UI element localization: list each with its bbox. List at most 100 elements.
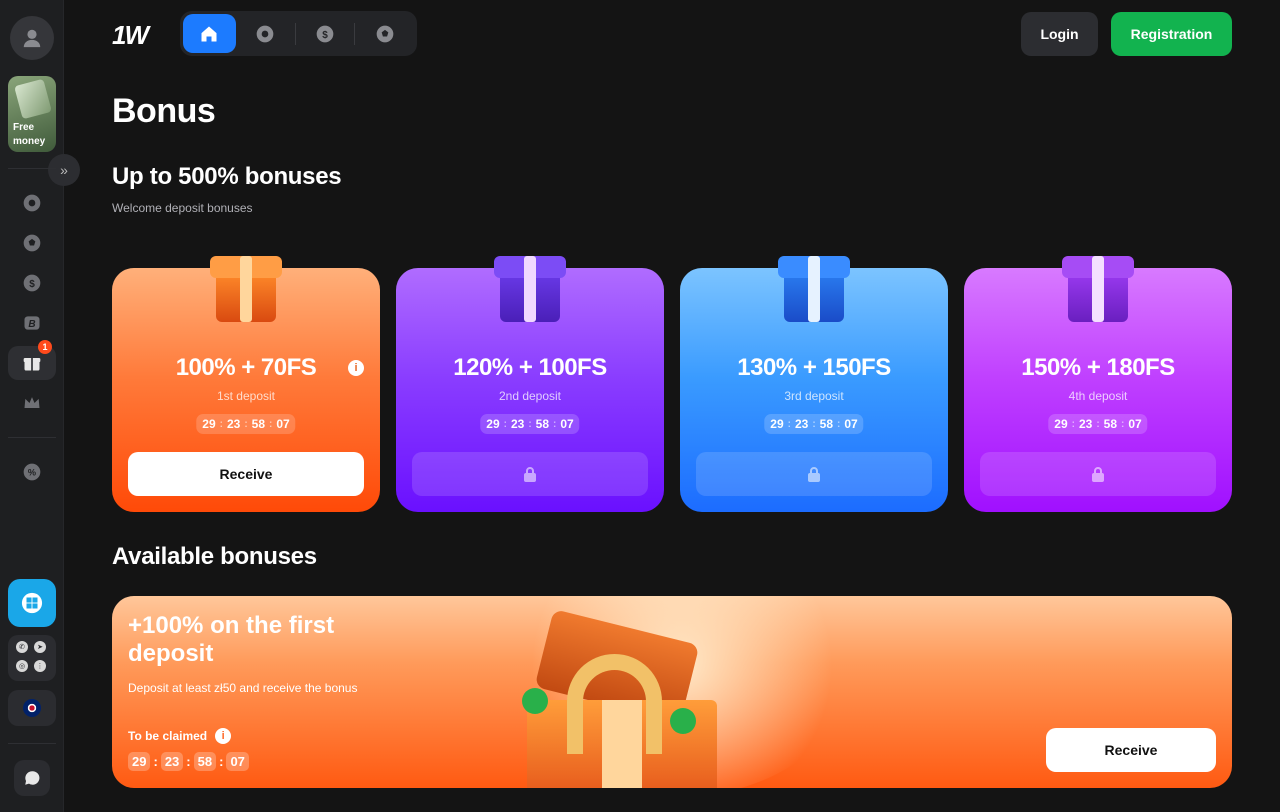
windows-app-button[interactable] (8, 579, 56, 627)
sidebar-item-b[interactable]: B (8, 306, 56, 340)
countdown-timer: 29: 23: 58: 07 (1048, 414, 1148, 434)
countdown-timer: 29: 23: 58: 07 (128, 752, 249, 771)
user-avatar-button[interactable] (10, 16, 54, 60)
bonus-offer: 130% + 150FS (737, 354, 891, 381)
countdown-timer: 29: 23: 58: 07 (764, 414, 864, 434)
support-chat-button[interactable] (14, 760, 50, 796)
bonus-offer: 150% + 180FS (1021, 354, 1175, 381)
svg-text:%: % (28, 467, 36, 477)
uk-flag-icon (23, 699, 41, 717)
sidebar: Free money » $ B 1 % ✆ ➤ ◎ ⋮ (0, 0, 80, 812)
timer-days: 29 (486, 417, 500, 431)
timer-minutes: 58 (819, 417, 834, 431)
football-icon (23, 234, 41, 252)
welcome-section-subtitle: Welcome deposit bonuses (112, 201, 253, 215)
receive-button[interactable]: Receive (1046, 728, 1216, 772)
bonus-card-2: 120% + 100FS 2nd deposit 29: 23: 58: 07 (396, 256, 664, 512)
percent-badge-icon: % (23, 463, 41, 481)
timer-seconds: 07 (1128, 417, 1142, 431)
lock-icon (808, 467, 820, 482)
bonus-offer: 120% + 100FS (453, 354, 607, 381)
registration-button[interactable]: Registration (1111, 12, 1232, 56)
gift-box-icon (492, 238, 568, 322)
receive-button[interactable]: Receive (128, 452, 364, 496)
timer-minutes: 58 (193, 752, 217, 771)
claim-status: To be claimed i (128, 728, 232, 744)
home-icon (201, 26, 217, 41)
login-button[interactable]: Login (1021, 12, 1098, 56)
sidebar-item-casino[interactable] (8, 186, 56, 220)
more-icon[interactable]: ⋮ (34, 660, 46, 672)
gift-box-icon (776, 238, 852, 322)
info-icon[interactable]: i (348, 360, 364, 376)
free-money-label: Free money (13, 122, 46, 147)
tab-home[interactable] (183, 14, 236, 53)
tab-casino[interactable] (239, 14, 292, 53)
info-icon[interactable]: i (215, 728, 232, 744)
svg-text:B: B (28, 319, 35, 330)
banner-description: Deposit at least zł50 and receive the bo… (128, 681, 358, 695)
timer-days: 29 (1054, 417, 1068, 431)
deposit-label: 3rd deposit (784, 389, 844, 403)
divider (8, 743, 56, 744)
deposit-label: 4th deposit (1068, 389, 1128, 403)
divider (354, 22, 356, 45)
timer-hours: 23 (510, 417, 525, 431)
sidebar-item-money[interactable]: $ (8, 266, 56, 300)
timer-hours: 23 (1078, 417, 1093, 431)
banner-title: +100% on the first deposit (128, 612, 335, 667)
windows-icon (21, 592, 43, 614)
gift-box-icon (1060, 238, 1136, 322)
timer-days: 29 (770, 417, 784, 431)
b-logo-icon: B (24, 316, 40, 330)
free-money-promo[interactable]: Free money (8, 76, 56, 152)
timer-hours: 23 (794, 417, 809, 431)
clover-icon (522, 688, 548, 714)
timer-seconds: 07 (844, 417, 858, 431)
timer-hours: 23 (160, 752, 184, 771)
horseshoe-image (567, 654, 662, 754)
brand-logo[interactable]: 1W (112, 20, 149, 51)
user-icon (23, 29, 41, 48)
telegram-icon[interactable]: ➤ (34, 641, 46, 653)
svg-text:$: $ (29, 279, 35, 290)
timer-seconds: 07 (560, 417, 574, 431)
available-section-title: Available bonuses (112, 543, 317, 570)
casino-chip-icon (23, 194, 41, 212)
sidebar-item-bonus[interactable]: 1 (8, 340, 56, 380)
deposit-label: 1st deposit (216, 389, 276, 403)
gift-box-icon (208, 238, 284, 322)
bonus-offer: 100% + 70FS (175, 354, 317, 381)
expand-sidebar-button[interactable]: » (48, 154, 80, 186)
tab-money[interactable]: $ (299, 14, 352, 53)
welcome-section-title: Up to 500% bonuses (112, 163, 342, 190)
timer-days: 29 (202, 417, 216, 431)
divider (8, 168, 56, 169)
sidebar-item-sports[interactable] (8, 226, 56, 260)
page-title: Bonus (112, 92, 216, 130)
timer-minutes: 58 (1103, 417, 1118, 431)
svg-text:$: $ (322, 29, 328, 40)
top-nav: $ (180, 11, 417, 56)
chat-bubble-icon (25, 771, 40, 785)
notification-badge: 1 (38, 340, 52, 354)
social-links: ✆ ➤ ◎ ⋮ (8, 635, 56, 681)
countdown-timer: 29: 23: 58: 07 (480, 414, 580, 434)
timer-seconds: 07 (276, 417, 290, 431)
bonus-card-4: 150% + 180FS 4th deposit 29: 23: 58: 07 (964, 256, 1232, 512)
divider (294, 22, 296, 45)
bonus-card-1: 100% + 70FS i 1st deposit 29: 23: 58: 07… (112, 256, 380, 512)
lock-icon (524, 467, 536, 482)
locked-button (696, 452, 932, 496)
lock-icon (1092, 467, 1104, 482)
tab-sports[interactable] (358, 14, 411, 53)
whatsapp-icon[interactable]: ✆ (16, 641, 28, 653)
money-icon (14, 78, 52, 120)
language-selector[interactable] (8, 690, 56, 726)
claim-label: To be claimed (128, 729, 208, 743)
divider (8, 437, 56, 438)
sidebar-item-vip[interactable] (8, 386, 56, 420)
sidebar-item-cashback[interactable]: % (8, 455, 56, 489)
instagram-icon[interactable]: ◎ (16, 660, 28, 672)
timer-hours: 23 (226, 417, 241, 431)
